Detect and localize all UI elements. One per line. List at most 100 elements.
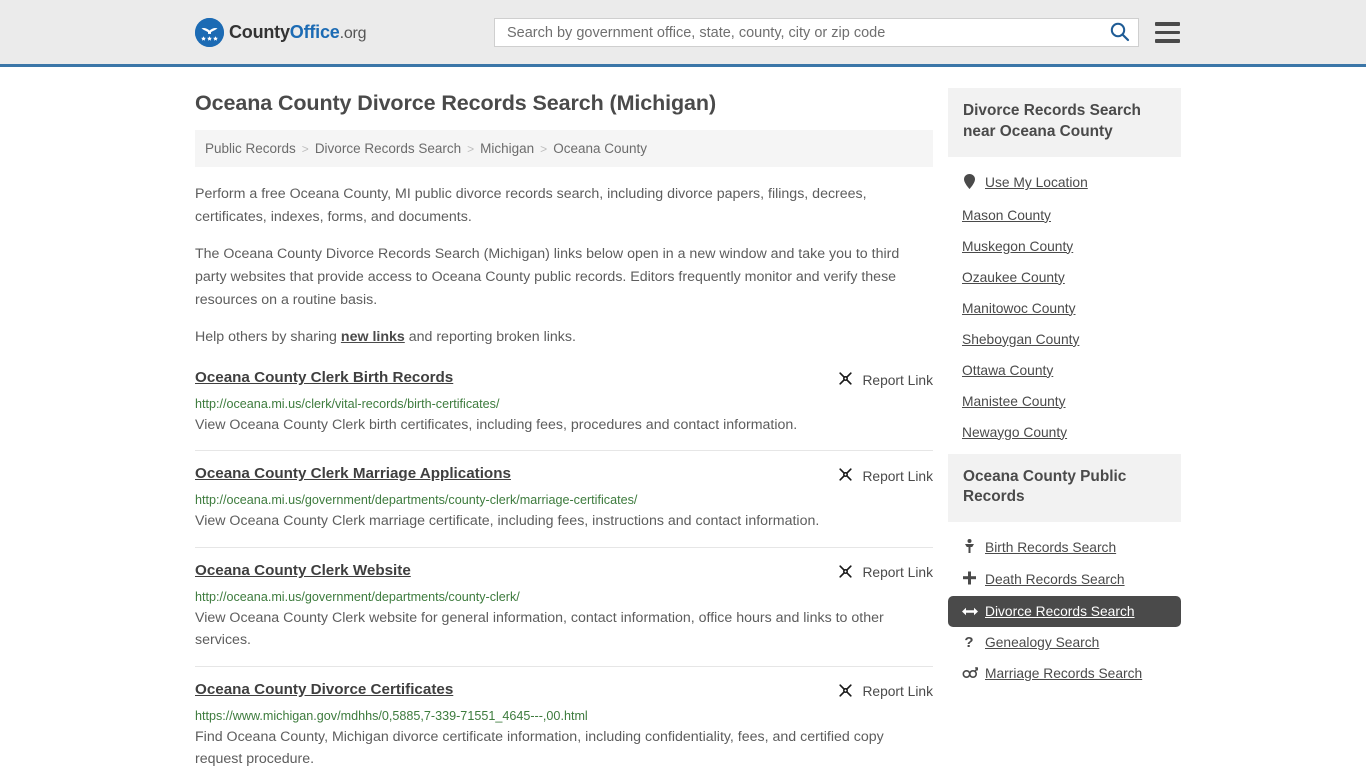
sidebar-item-sheboygan-county[interactable]: Sheboygan County	[948, 324, 1181, 355]
report-link-button[interactable]: Report Link	[837, 682, 933, 702]
result-title-link[interactable]: Oceana County Clerk Marriage Application…	[195, 465, 511, 482]
sidebar-item-label[interactable]: Newaygo County	[962, 425, 1067, 440]
sidebar-panel-public-records: Oceana County Public Records Birth Recor…	[948, 453, 1181, 690]
search-input[interactable]	[505, 19, 1105, 46]
page-title: Oceana County Divorce Records Search (Mi…	[195, 91, 717, 115]
result-item: Oceana County Clerk Website Report Link …	[195, 562, 933, 667]
sidebar-item-birth-records-search[interactable]: Birth Records Search	[948, 531, 1181, 563]
site-logo[interactable]: CountyOffice.org	[195, 17, 367, 47]
sidebar-item-label[interactable]: Manitowoc County	[962, 301, 1076, 316]
site-header: CountyOffice.org	[0, 0, 1366, 67]
sidebar-item-death-records-search[interactable]: Death Records Search	[948, 563, 1181, 596]
sidebar-panel-nearby-counties: Divorce Records Search near Oceana Count…	[948, 88, 1181, 448]
sidebar-panel-title: Oceana County Public Records	[948, 453, 1181, 523]
logo-text-office: Office	[289, 21, 340, 42]
sidebar-item-label[interactable]: Divorce Records Search	[985, 604, 1135, 619]
sidebar-item-manistee-county[interactable]: Manistee County	[948, 386, 1181, 417]
cross-icon	[962, 571, 976, 588]
sidebar-item-label[interactable]: Ozaukee County	[962, 270, 1065, 285]
main-content: Oceana County Divorce Records Search (Mi…	[195, 67, 933, 768]
sidebar: Divorce Records Search near Oceana Count…	[948, 67, 1181, 768]
report-link-button[interactable]: Report Link	[837, 466, 933, 486]
breadcrumb: Public Records > Divorce Records Search …	[195, 130, 933, 167]
results-list: Oceana County Clerk Birth Records Report…	[195, 369, 933, 768]
result-description: View Oceana County Clerk birth certifica…	[195, 417, 798, 433]
sidebar-item-label[interactable]: Marriage Records Search	[985, 666, 1142, 681]
sidebar-panel-list: Birth Records Search Death Records Searc…	[948, 522, 1181, 689]
sidebar-item-genealogy-search[interactable]: ? Genealogy Search	[948, 627, 1181, 658]
site-logo-text: CountyOffice.org	[229, 21, 367, 43]
header-search-area	[494, 18, 1180, 47]
result-description: View Oceana County Clerk marriage certif…	[195, 513, 820, 530]
search-icon	[1109, 21, 1130, 45]
result-title-link[interactable]: Oceana County Clerk Birth Records	[195, 369, 453, 386]
breadcrumb-item-oceana-county[interactable]: Oceana County	[553, 141, 647, 156]
result-header: Oceana County Clerk Birth Records Report…	[195, 369, 933, 390]
result-header: Oceana County Clerk Website Report Link	[195, 562, 933, 583]
sidebar-item-label[interactable]: Ottawa County	[962, 363, 1053, 378]
intro-p3-before: Help others by sharing	[195, 329, 341, 345]
question-mark-icon: ?	[964, 634, 974, 652]
sidebar-item-label[interactable]: Use My Location	[985, 175, 1088, 190]
result-url: http://oceana.mi.us/government/departmen…	[195, 589, 520, 604]
report-link-label: Report Link	[862, 468, 933, 484]
result-title-link[interactable]: Oceana County Clerk Website	[195, 562, 411, 579]
result-description: View Oceana County Clerk website for gen…	[195, 609, 884, 649]
sidebar-panel-list: Use My Location Mason County Muskegon Co…	[948, 157, 1181, 448]
breadcrumb-separator: >	[467, 141, 475, 156]
sidebar-item-use-my-location[interactable]: Use My Location	[948, 166, 1181, 200]
report-link-label: Report Link	[862, 565, 933, 581]
intro-text: Perform a free Oceana County, MI public …	[195, 183, 933, 349]
sidebar-item-label[interactable]: Genealogy Search	[985, 635, 1099, 650]
broken-link-icon	[837, 466, 854, 486]
sidebar-item-label[interactable]: Manistee County	[962, 394, 1066, 409]
breadcrumb-separator: >	[301, 141, 309, 156]
hamburger-bar	[1155, 22, 1180, 26]
result-header: Oceana County Clerk Marriage Application…	[195, 465, 933, 486]
report-link-label: Report Link	[862, 372, 933, 388]
report-link-button[interactable]: Report Link	[837, 563, 933, 583]
result-url: https://www.michigan.gov/mdhhs/0,5885,7-…	[195, 708, 588, 723]
sidebar-item-label[interactable]: Birth Records Search	[985, 540, 1116, 555]
result-title-link[interactable]: Oceana County Divorce Certificates	[195, 681, 453, 698]
breadcrumb-item-michigan[interactable]: Michigan	[480, 141, 534, 156]
sidebar-item-newaygo-county[interactable]: Newaygo County	[948, 417, 1181, 448]
intro-paragraph-1: Perform a free Oceana County, MI public …	[195, 186, 867, 225]
new-links-link[interactable]: new links	[341, 329, 405, 345]
report-link-label: Report Link	[862, 684, 933, 700]
search-submit-button[interactable]	[1105, 21, 1132, 45]
sidebar-panel-title: Divorce Records Search near Oceana Count…	[948, 88, 1181, 157]
sidebar-item-manitowoc-county[interactable]: Manitowoc County	[948, 293, 1181, 324]
result-item: Oceana County Clerk Marriage Application…	[195, 465, 933, 548]
sidebar-item-label[interactable]: Mason County	[962, 208, 1051, 223]
breadcrumb-item-public-records[interactable]: Public Records	[205, 141, 296, 156]
hamburger-bar	[1155, 39, 1180, 43]
result-item: Oceana County Divorce Certificates Repor…	[195, 681, 933, 768]
result-item: Oceana County Clerk Birth Records Report…	[195, 369, 933, 452]
logo-text-county: County	[229, 21, 290, 42]
sidebar-item-label[interactable]: Muskegon County	[962, 239, 1073, 254]
result-url: http://oceana.mi.us/government/departmen…	[195, 493, 638, 508]
sidebar-item-ozaukee-county[interactable]: Ozaukee County	[948, 262, 1181, 293]
sidebar-item-mason-county[interactable]: Mason County	[948, 200, 1181, 231]
result-url: http://oceana.mi.us/clerk/vital-records/…	[195, 397, 500, 411]
sidebar-item-marriage-records-search[interactable]: Marriage Records Search	[948, 658, 1181, 689]
sidebar-item-ottawa-county[interactable]: Ottawa County	[948, 355, 1181, 386]
broken-link-icon	[837, 370, 854, 390]
baby-person-icon	[962, 539, 976, 555]
hamburger-bar	[1155, 30, 1180, 35]
breadcrumb-item-divorce-records-search[interactable]: Divorce Records Search	[315, 141, 461, 156]
intro-paragraph-3: Help others by sharing new links and rep…	[195, 326, 933, 349]
male-female-icon	[962, 666, 979, 681]
sidebar-item-label[interactable]: Sheboygan County	[962, 332, 1079, 347]
hamburger-menu-icon[interactable]	[1155, 22, 1180, 43]
search-box[interactable]	[494, 18, 1139, 47]
report-link-button[interactable]: Report Link	[837, 370, 933, 390]
breadcrumb-separator: >	[540, 141, 548, 156]
sidebar-item-divorce-records-search[interactable]: Divorce Records Search	[948, 596, 1181, 628]
map-pin-icon	[962, 173, 976, 192]
broken-link-icon	[837, 563, 854, 583]
sidebar-item-label[interactable]: Death Records Search	[985, 572, 1125, 587]
logo-text-org: .org	[339, 24, 367, 42]
sidebar-item-muskegon-county[interactable]: Muskegon County	[948, 231, 1181, 262]
